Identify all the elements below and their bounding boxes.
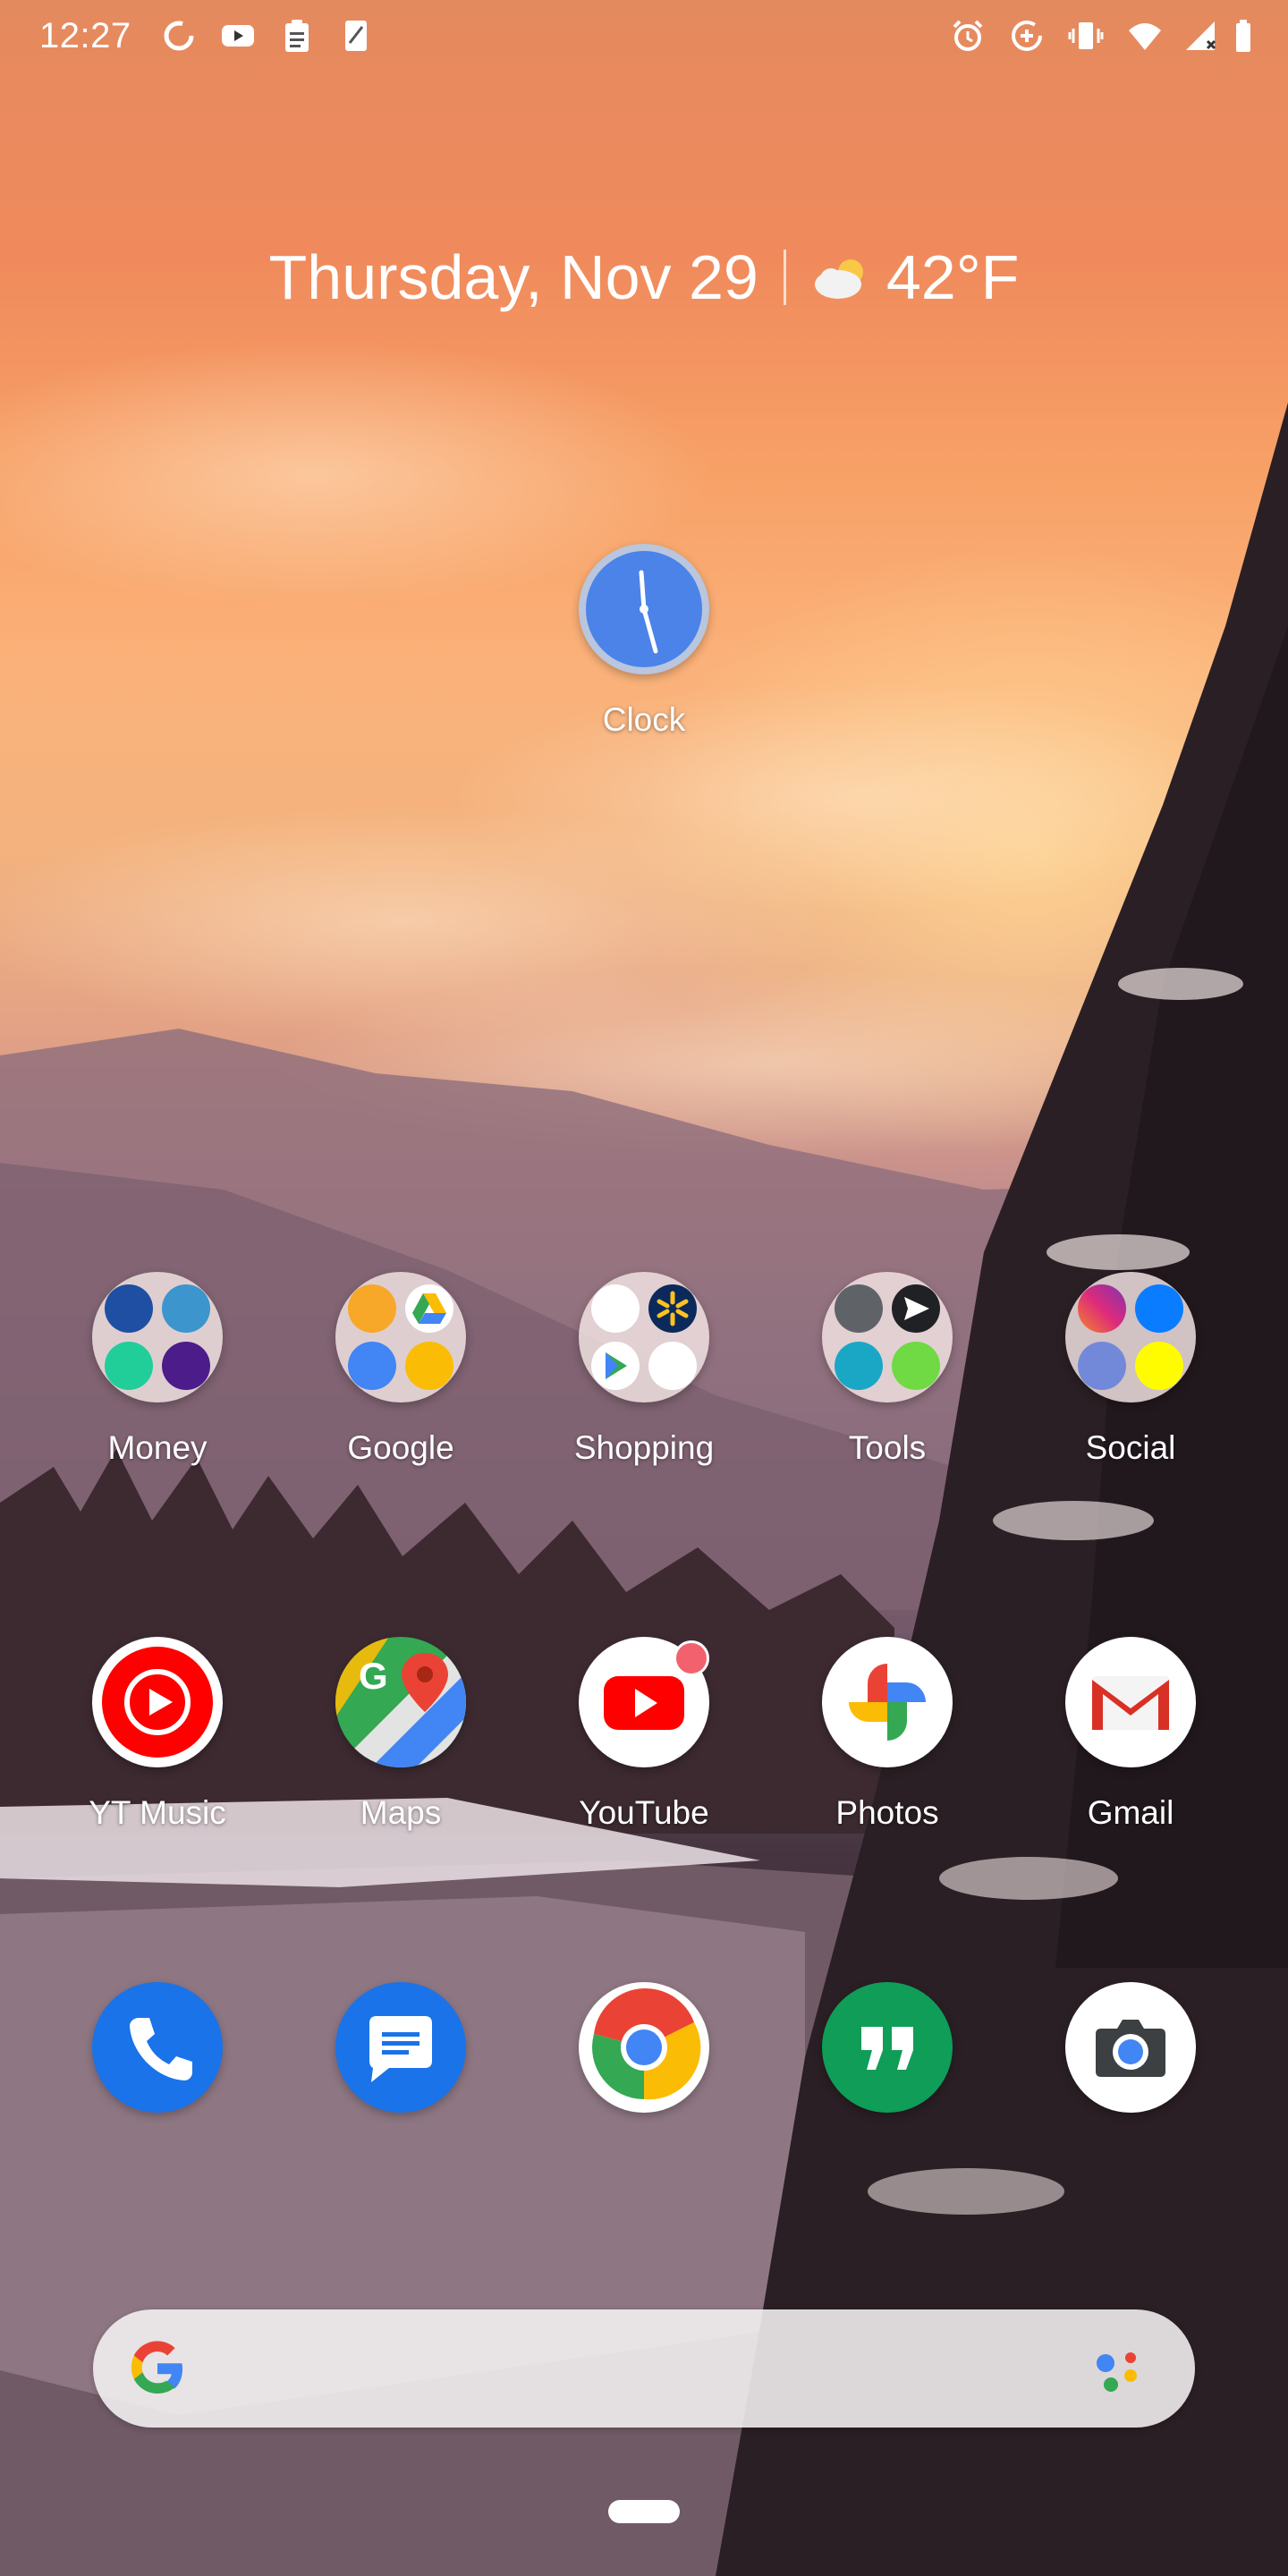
send-icon [892,1284,940,1333]
sync-icon [164,21,194,51]
google-play-store-icon [591,1342,640,1390]
chrome-icon [579,1982,709,2113]
messages-icon [335,1982,466,2113]
battery-icon [1236,20,1250,52]
google-play-music-icon [348,1284,396,1333]
svg-text:G: G [359,1655,388,1697]
discord-icon [1078,1342,1126,1390]
home-gesture-pill[interactable] [608,2500,680,2523]
wifi-icon [1129,23,1161,50]
upwork-icon [892,1342,940,1390]
camera-icon [1065,1982,1196,2113]
folder-label: Social [1085,1429,1176,1466]
money-folder-icon [92,1272,223,1402]
app-label: Maps [360,1794,442,1831]
notification-dot [674,1640,709,1676]
partly-cloudy-icon [814,259,863,299]
status-time: 12:27 [39,16,131,55]
app-label: YouTube [579,1794,709,1831]
app-yt-music[interactable]: YT Music [59,1637,256,1832]
hangouts-icon [822,1982,953,2113]
phone-icon [92,1982,223,2113]
walmart-grocery-icon [591,1284,640,1333]
clock-app[interactable]: Clock [546,544,742,739]
google-g-icon[interactable] [125,2336,190,2401]
dock-phone[interactable] [59,1982,256,2113]
folder-shopping[interactable]: Shopping [546,1272,742,1467]
usbank-icon [105,1284,153,1333]
folder-label: Money [107,1429,208,1466]
app-gmail[interactable]: Gmail [1032,1637,1229,1832]
alarm-icon [953,20,983,51]
at-a-glance[interactable]: Thursday, Nov 29 42°F [0,242,1288,313]
dock-camera[interactable] [1032,1982,1229,2113]
google-search-bar[interactable] [93,2309,1195,2428]
app-maps[interactable]: G Maps [302,1637,499,1832]
app-photos[interactable]: Photos [789,1637,986,1832]
app-label: YT Music [89,1794,226,1831]
yt-music-icon [92,1637,223,1767]
instagram-icon [1078,1284,1126,1333]
tablet-icon [345,21,367,51]
dock-chrome[interactable] [546,1982,742,2113]
clock-label: Clock [602,701,686,738]
walmart-icon [648,1284,697,1333]
messenger-icon [1135,1284,1183,1333]
assistant-icon[interactable] [1091,2345,1154,2395]
dock-messages[interactable] [302,1982,499,2113]
youtube-icon [222,25,254,47]
folder-label: Tools [848,1429,927,1466]
venmo-icon [162,1284,210,1333]
snapchat-icon [1135,1342,1183,1390]
google-folder-icon [335,1272,466,1402]
google-drive-icon [405,1284,453,1333]
folder-google[interactable]: Google [302,1272,499,1467]
shopping-folder-icon [579,1272,709,1402]
tools-folder-icon [822,1272,953,1402]
folder-money[interactable]: Money [59,1272,256,1467]
app-label: Photos [835,1794,939,1831]
data-saver-icon [1012,21,1042,51]
kindle-icon [835,1342,883,1390]
glance-separator [783,250,786,305]
folder-tools[interactable]: Tools [789,1272,986,1467]
signal-icon [1186,21,1216,50]
american-airlines-icon [648,1342,697,1390]
photos-icon [822,1637,953,1767]
status-bar: 12:27 [0,0,1288,75]
folder-label: Google [347,1429,454,1466]
vibrate-icon [1068,22,1104,49]
maps-icon: G [335,1637,466,1767]
clipboard-icon [285,20,309,52]
yahoo-finance-icon [162,1342,210,1390]
glance-date[interactable]: Thursday, Nov 29 [269,242,758,313]
google-keep-icon [405,1342,453,1390]
social-folder-icon [1065,1272,1196,1402]
folder-label: Shopping [573,1429,715,1466]
dock-hangouts[interactable] [789,1982,986,2113]
youtube-app-icon [579,1637,709,1767]
app-label: Gmail [1087,1794,1174,1831]
gmail-icon [1065,1637,1196,1767]
app-youtube[interactable]: YouTube [546,1637,742,1832]
glance-temperature: 42°F [886,242,1020,312]
robinhood-icon [105,1342,153,1390]
calculator-icon [835,1284,883,1333]
google-contacts-icon [348,1342,396,1390]
folder-social[interactable]: Social [1032,1272,1229,1467]
clock-icon [579,544,709,674]
glance-weather[interactable]: 42°F [811,242,1020,313]
